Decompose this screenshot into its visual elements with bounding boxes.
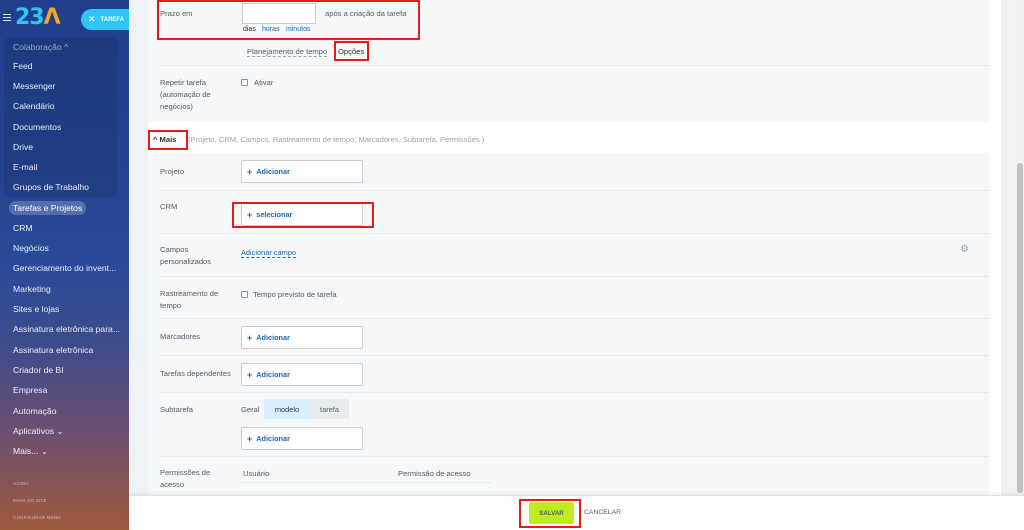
- divider: [160, 456, 989, 457]
- permissions-col-user: Usuário: [243, 469, 270, 478]
- sidebar-group-collab[interactable]: Colaboração ^: [13, 42, 68, 52]
- close-icon[interactable]: ✕: [88, 14, 96, 25]
- tab-task-button[interactable]: ✕ TAREFA: [81, 9, 129, 30]
- tags-label: Marcadores: [160, 332, 201, 341]
- highlight-options-tab: [334, 41, 369, 61]
- dependent-add-button[interactable]: + Adicionar: [241, 363, 363, 386]
- divider: [160, 355, 989, 356]
- sidebar-item-marketing[interactable]: Marketing: [13, 284, 51, 294]
- sidebar-item-inventory[interactable]: Gerenciamento do invent...: [13, 263, 116, 273]
- logo[interactable]: 23Λ: [15, 5, 61, 30]
- project-label: Projeto: [160, 167, 185, 176]
- sidebar-item-company[interactable]: Empresa: [13, 385, 47, 395]
- crm-label: CRM: [160, 202, 178, 211]
- plus-icon: +: [247, 166, 253, 177]
- sidebar: 23Λ ✕ TAREFA Colaboração ^ Feed Messenger…: [0, 0, 129, 530]
- divider: [160, 65, 989, 66]
- highlight-more-toggle: [148, 130, 188, 150]
- divider: [160, 190, 989, 191]
- divider: [160, 233, 989, 234]
- sidebar-header: 23Λ ✕ TAREFA: [0, 0, 129, 38]
- plus-icon: +: [247, 332, 253, 343]
- highlight-deadline: [157, 0, 420, 40]
- sidebar-help-link[interactable]: AJUDA: [13, 481, 29, 486]
- form-footer: SALVAR CANCELAR: [129, 495, 1024, 530]
- sidebar-item-email[interactable]: E-mail: [13, 162, 37, 172]
- repeat-label: Repetir tarefa (automação de negócios): [160, 78, 211, 111]
- sidebar-item-tasks[interactable]: Tarefas e Projetos: [9, 201, 87, 215]
- sidebar-item-documents[interactable]: Documentos: [13, 122, 61, 132]
- tags-add-button[interactable]: + Adicionar: [241, 326, 363, 349]
- divider: [160, 318, 989, 319]
- sidebar-item-deals[interactable]: Negócios: [13, 243, 49, 253]
- sidebar-item-bi[interactable]: Criador de BI: [13, 365, 64, 375]
- sidebar-item-feed[interactable]: Feed: [13, 61, 33, 71]
- more-sections-list[interactable]: (Projeto, CRM, Campos, Rastreamento de t…: [188, 135, 484, 144]
- dependent-tasks-label: Tarefas dependentes: [160, 369, 231, 378]
- sidebar-item-calendar[interactable]: Calendário: [13, 101, 55, 111]
- subtask-mode-general[interactable]: Geral: [241, 405, 260, 414]
- task-form: Prazo em após a criação da tarefa dias h…: [148, 0, 1001, 495]
- custom-fields-label: Campos personalizados: [160, 245, 212, 266]
- time-tracking-checkbox-label[interactable]: Tempo previsto de tarefa: [253, 290, 337, 299]
- cancel-button[interactable]: CANCELAR: [584, 509, 621, 516]
- repeat-checkbox-label[interactable]: Ativar: [254, 78, 273, 87]
- sidebar-item-sites[interactable]: Sites e lojas: [13, 304, 59, 314]
- subtask-mode-task[interactable]: tarefa: [310, 399, 349, 419]
- time-tracking-checkbox[interactable]: [241, 291, 248, 298]
- permissions-col-access: Permissão de acesso: [398, 469, 471, 478]
- highlight-save: [519, 499, 581, 528]
- sidebar-item-drive[interactable]: Drive: [13, 142, 33, 152]
- sidebar-item-crm[interactable]: CRM: [13, 223, 33, 233]
- tab-time-planning[interactable]: Planejamento de tempo: [247, 47, 328, 57]
- sidebar-configure-menu-link[interactable]: CONFIGURAR MENU: [13, 515, 61, 520]
- plus-icon: +: [247, 369, 253, 380]
- divider: [241, 482, 491, 483]
- sidebar-item-messenger[interactable]: Messenger: [13, 81, 56, 91]
- scrollbar-thumb[interactable]: [1017, 163, 1023, 493]
- gear-icon[interactable]: ⚙: [960, 244, 969, 255]
- sidebar-item-esign-for[interactable]: Assinatura eletrônica para...: [13, 324, 120, 334]
- sidebar-sitemap-link[interactable]: MAPA DO SITE: [13, 498, 47, 503]
- repeat-checkbox[interactable]: [241, 79, 248, 86]
- project-add-button[interactable]: + Adicionar: [241, 160, 363, 183]
- plus-icon: +: [247, 433, 253, 444]
- permissions-label: Permissões de acesso: [160, 468, 211, 489]
- sidebar-item-more[interactable]: Mais... ⌄: [13, 446, 48, 457]
- time-tracking-label: Rastreamento de tempo: [160, 289, 219, 310]
- divider: [160, 276, 989, 277]
- subtask-add-button[interactable]: + Adicionar: [241, 427, 363, 450]
- menu-icon[interactable]: [3, 14, 11, 23]
- highlight-crm: [232, 202, 374, 228]
- sidebar-item-automation[interactable]: Automação: [13, 406, 56, 416]
- sidebar-item-apps[interactable]: Aplicativos ⌄: [13, 426, 64, 437]
- add-custom-field-link[interactable]: Adicionar campo: [241, 248, 297, 258]
- sidebar-item-workgroups[interactable]: Grupos de Trabalho: [13, 182, 89, 192]
- sidebar-item-esign[interactable]: Assinatura eletrônica: [13, 345, 93, 355]
- subtask-label: Subtarefa: [160, 405, 193, 414]
- divider: [160, 392, 989, 393]
- subtask-mode-template[interactable]: modelo: [264, 399, 310, 419]
